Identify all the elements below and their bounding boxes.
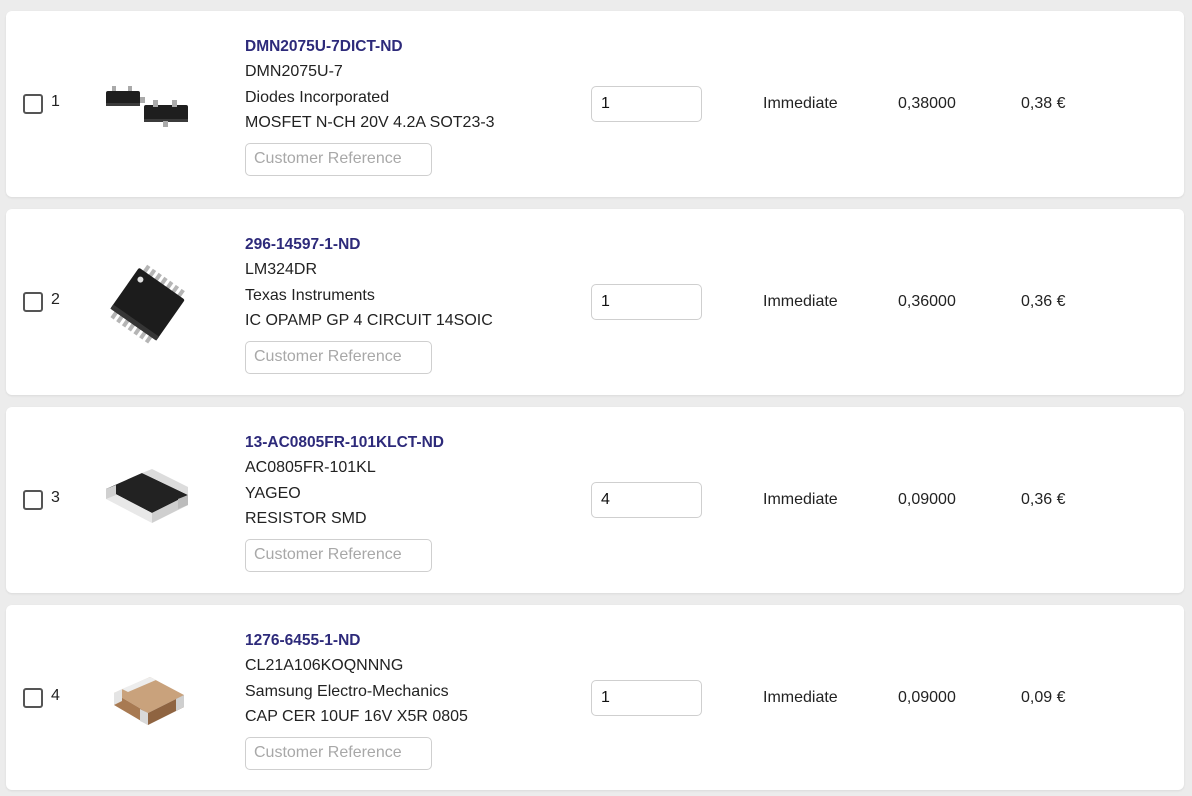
product-description: MOSFET N-CH 20V 4.2A SOT23-3 <box>245 114 495 131</box>
smd-capacitor-icon <box>100 653 192 745</box>
product-details: DMN2075U-7DICT-ND DMN2075U-7 Diodes Inco… <box>245 35 495 176</box>
unit-price: 0,38000 <box>898 95 956 112</box>
unit-price: 0,09000 <box>898 689 956 706</box>
product-details: 296-14597-1-ND LM324DR Texas Instruments… <box>245 233 493 374</box>
manufacturer-part-number: DMN2075U-7 <box>245 63 343 80</box>
row-index: 2 <box>51 291 60 308</box>
row-index: 1 <box>51 93 60 110</box>
cart-row: 4 1276-6455-1-ND CL21A106KOQNNNG Samsung… <box>6 605 1184 790</box>
manufacturer-name: Texas Instruments <box>245 286 375 304</box>
extended-price: 0,38 € <box>1021 95 1066 112</box>
cart-row: 1 DMN2075U-7DICT-ND DMN2075U-7 Diodes In… <box>6 11 1184 197</box>
manufacturer-name: YAGEO <box>245 484 301 502</box>
soic14-package-icon <box>100 257 192 349</box>
customer-reference-input[interactable] <box>245 340 432 374</box>
extended-price: 0,36 € <box>1021 293 1066 310</box>
unit-price: 0,09000 <box>898 491 956 508</box>
manufacturer-part-number: AC0805FR-101KL <box>245 459 376 476</box>
manufacturer-name: Diodes Incorporated <box>245 88 390 106</box>
row-select-checkbox[interactable] <box>23 688 43 708</box>
quantity-input[interactable] <box>591 86 702 122</box>
unit-price: 0,36000 <box>898 293 956 310</box>
row-select-checkbox[interactable] <box>23 490 43 510</box>
cart-row: 2 296-14597-1-ND LM324DR Texas Instrumen… <box>6 209 1184 395</box>
extended-price: 0,36 € <box>1021 491 1066 508</box>
availability-status: Immediate <box>763 95 838 112</box>
customer-reference-input[interactable] <box>245 142 432 176</box>
availability-status: Immediate <box>763 491 838 508</box>
part-number-link[interactable]: 13-AC0805FR-101KLCT-ND <box>245 431 444 455</box>
customer-reference-input[interactable] <box>245 736 432 770</box>
part-number-link[interactable]: DMN2075U-7DICT-ND <box>245 35 495 59</box>
row-select-checkbox[interactable] <box>23 94 43 114</box>
manufacturer-part-number: LM324DR <box>245 261 318 278</box>
product-description: IC OPAMP GP 4 CIRCUIT 14SOIC <box>245 312 493 329</box>
row-index: 4 <box>51 687 60 704</box>
availability-status: Immediate <box>763 293 838 310</box>
row-index: 3 <box>51 489 60 506</box>
smd-resistor-icon <box>100 455 192 547</box>
product-description: RESISTOR SMD <box>245 510 367 527</box>
row-select-checkbox[interactable] <box>23 292 43 312</box>
extended-price: 0,09 € <box>1021 689 1066 706</box>
customer-reference-input[interactable] <box>245 538 432 572</box>
product-description: CAP CER 10UF 16V X5R 0805 <box>245 708 468 725</box>
manufacturer-name: Samsung Electro-Mechanics <box>245 682 449 700</box>
part-number-link[interactable]: 296-14597-1-ND <box>245 233 493 257</box>
cart-row: 3 13-AC0805FR-101KLCT-ND AC0805FR-101KL … <box>6 407 1184 593</box>
cart-item-list: 1 DMN2075U-7DICT-ND DMN2075U-7 Diodes In… <box>0 0 1192 796</box>
quantity-input[interactable] <box>591 680 702 716</box>
quantity-input[interactable] <box>591 284 702 320</box>
availability-status: Immediate <box>763 689 838 706</box>
product-details: 13-AC0805FR-101KLCT-ND AC0805FR-101KL YA… <box>245 431 444 572</box>
sot23-package-icon <box>100 59 192 151</box>
part-number-link[interactable]: 1276-6455-1-ND <box>245 629 468 653</box>
product-details: 1276-6455-1-ND CL21A106KOQNNNG Samsung E… <box>245 629 468 770</box>
quantity-input[interactable] <box>591 482 702 518</box>
manufacturer-part-number: CL21A106KOQNNNG <box>245 657 404 674</box>
